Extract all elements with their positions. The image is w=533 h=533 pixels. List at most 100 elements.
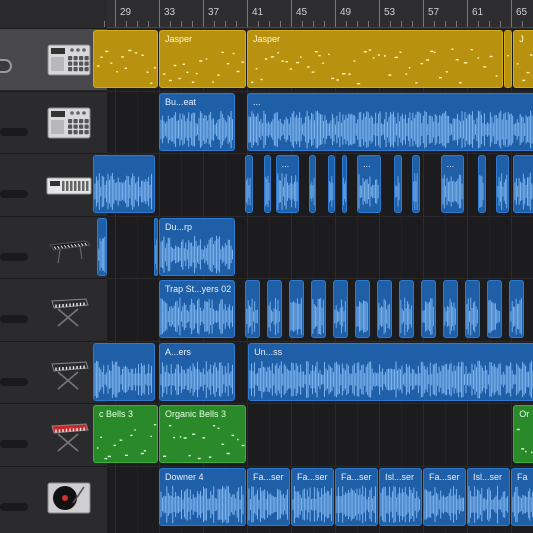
audio-region[interactable] <box>442 280 459 338</box>
audio-region[interactable]: Un...ss <box>248 342 533 401</box>
audio-region[interactable]: ... <box>275 155 299 213</box>
audio-region[interactable] <box>308 155 317 213</box>
audio-region[interactable]: Fa <box>511 467 533 526</box>
audio-region[interactable]: Trap St...yers 02 <box>159 280 235 338</box>
audio-region[interactable] <box>398 280 415 338</box>
audio-region[interactable] <box>244 155 253 213</box>
audio-region[interactable] <box>266 280 283 338</box>
track-header[interactable] <box>0 215 107 278</box>
ruler-tick <box>302 21 303 27</box>
ruler-tick <box>291 0 292 27</box>
audio-region[interactable]: Fa...ser <box>291 467 334 526</box>
audio-region[interactable] <box>354 280 371 338</box>
audio-region[interactable] <box>478 155 486 213</box>
audio-region[interactable] <box>93 342 155 401</box>
volume-slider[interactable] <box>0 440 28 448</box>
volume-slider-knob[interactable] <box>0 59 12 73</box>
track-header[interactable] <box>0 90 107 153</box>
audio-region[interactable] <box>328 155 336 213</box>
audio-region[interactable]: Fa...ser <box>423 467 466 526</box>
audio-region[interactable] <box>244 280 261 338</box>
midi-region[interactable] <box>93 30 158 88</box>
track-header[interactable] <box>0 403 107 465</box>
track-header[interactable] <box>0 28 107 90</box>
midi-region[interactable]: c Bells 3 <box>93 405 158 463</box>
midi-region[interactable]: Organic Bells 3 <box>159 405 246 463</box>
audio-region[interactable] <box>376 280 393 338</box>
midi-region[interactable]: Jasper <box>247 30 504 88</box>
audio-region[interactable] <box>412 155 420 213</box>
audio-region[interactable] <box>341 155 348 213</box>
audio-region[interactable] <box>288 280 305 338</box>
region-label: ... <box>446 159 455 169</box>
track-header[interactable] <box>0 465 107 528</box>
midi-region[interactable]: Jasper <box>159 30 246 88</box>
audio-region[interactable] <box>513 155 533 213</box>
audio-region[interactable]: ... <box>247 92 533 151</box>
volume-slider[interactable] <box>0 190 28 198</box>
region-label: Jasper <box>165 34 193 44</box>
audio-region[interactable] <box>263 155 272 213</box>
midi-region[interactable]: Or <box>513 405 533 463</box>
waveform <box>94 172 153 211</box>
ruler-tick <box>390 21 391 27</box>
volume-slider[interactable] <box>0 315 28 323</box>
audio-region[interactable] <box>464 280 481 338</box>
keyboard-stand-icon <box>51 360 89 390</box>
audio-region[interactable]: Du...rp <box>159 217 235 276</box>
audio-region[interactable]: Fa...ser <box>247 467 290 526</box>
ruler-tick <box>181 21 182 27</box>
waveform <box>512 486 533 522</box>
midi-notes <box>516 428 533 454</box>
volume-slider[interactable] <box>0 502 28 511</box>
ruler-tick <box>225 21 226 27</box>
midi-region[interactable]: J <box>513 30 533 88</box>
track-header[interactable] <box>0 153 107 215</box>
timeline-ruler[interactable]: 29 33 37 41 45 49 53 57 61 65 <box>104 0 533 28</box>
region-label: Du...rp <box>165 221 193 232</box>
volume-slider[interactable] <box>0 377 28 386</box>
region-label: Downer 4 <box>165 471 204 482</box>
audio-region[interactable] <box>508 280 525 338</box>
track-header[interactable] <box>0 340 107 403</box>
waveform <box>468 485 509 523</box>
audio-region[interactable] <box>495 155 509 213</box>
audio-region[interactable]: ... <box>357 155 382 213</box>
audio-region[interactable] <box>486 280 503 338</box>
audio-region[interactable] <box>153 217 158 276</box>
audio-region[interactable]: Downer 4 <box>159 467 246 526</box>
bar-number: 61 <box>472 7 484 18</box>
arrangement-area[interactable]: Jasper Jasper J Bu...eat............ Du...rp… <box>93 28 533 533</box>
waveform <box>290 298 302 335</box>
midi-notes <box>516 54 533 82</box>
waveform <box>356 300 368 333</box>
waveform <box>246 298 258 335</box>
audio-region[interactable]: ... <box>440 155 464 213</box>
audio-region[interactable]: Isl...ser <box>467 467 510 526</box>
waveform <box>380 485 421 523</box>
audio-region[interactable]: Fa...ser <box>335 467 378 526</box>
bar-number: 57 <box>428 7 440 18</box>
audio-region[interactable] <box>332 280 349 338</box>
region-label: Isl...ser <box>473 471 503 482</box>
volume-slider[interactable] <box>0 252 28 261</box>
ruler-tick <box>280 21 281 27</box>
midi-region[interactable] <box>504 30 513 88</box>
audio-region[interactable] <box>310 280 327 338</box>
audio-region[interactable] <box>394 155 403 213</box>
track-header[interactable] <box>0 278 107 340</box>
waveform <box>264 175 269 208</box>
volume-slider[interactable] <box>0 127 28 136</box>
midi-notes <box>162 424 245 460</box>
audio-region[interactable]: A...ers <box>159 342 235 401</box>
audio-region[interactable] <box>97 217 108 276</box>
region-label: Bu...eat <box>165 96 197 107</box>
waveform <box>248 110 533 148</box>
waveform <box>488 299 500 334</box>
audio-region[interactable]: Bu...eat <box>159 92 235 151</box>
waveform <box>329 176 334 207</box>
synth-module-icon <box>46 177 92 195</box>
audio-region[interactable] <box>93 155 155 213</box>
audio-region[interactable] <box>420 280 437 338</box>
audio-region[interactable]: Isl...ser <box>379 467 422 526</box>
